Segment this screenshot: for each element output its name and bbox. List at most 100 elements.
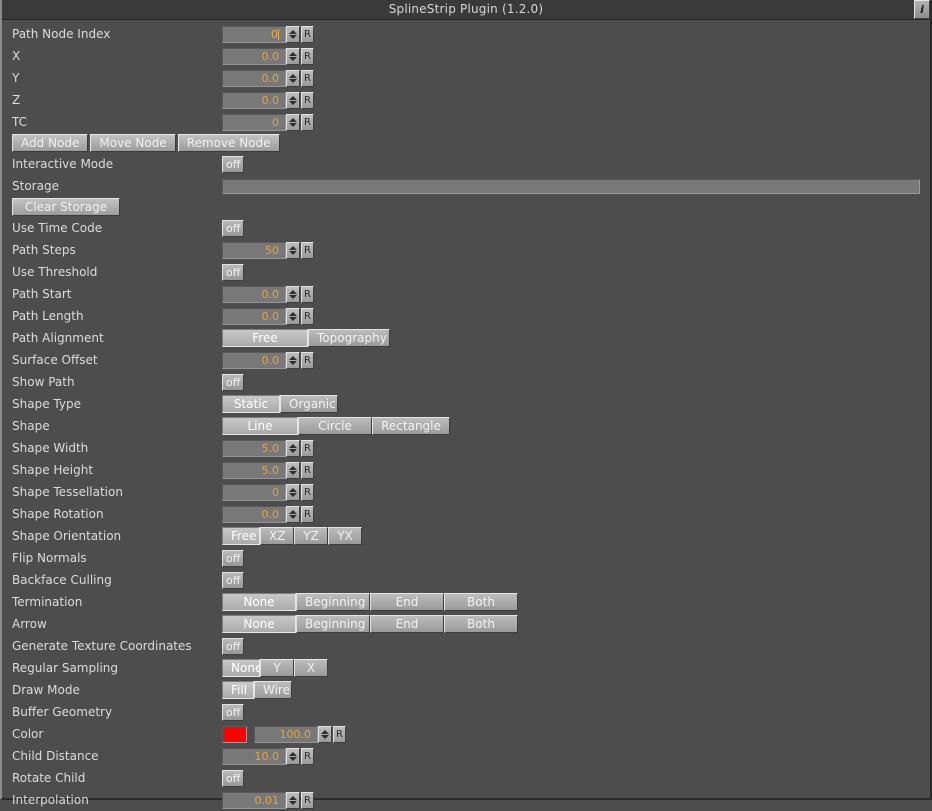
reset-button-shape-tessellation[interactable]: R — [301, 483, 314, 501]
segment-arrow-both[interactable]: Both — [444, 615, 518, 633]
spinner-x[interactable] — [286, 47, 300, 65]
spinner-down-arrow-icon[interactable] — [289, 78, 297, 83]
segment-shape-orientation-free[interactable]: Free — [222, 527, 260, 545]
field-tc[interactable]: 0 R — [222, 113, 314, 131]
segment-regular-sampling-none[interactable]: None — [222, 659, 262, 677]
field-path-steps[interactable]: 50 R — [222, 241, 314, 259]
spinner-tc[interactable] — [286, 113, 300, 131]
spinner-down-arrow-icon[interactable] — [289, 100, 297, 105]
spinner-up-arrow-icon[interactable] — [289, 245, 297, 250]
spinner-down-arrow-icon[interactable] — [289, 250, 297, 255]
reset-button-path-length[interactable]: R — [301, 307, 314, 325]
segment-draw-mode-fill[interactable]: Fill — [222, 681, 254, 699]
add-node-button[interactable]: Add Node — [12, 134, 89, 152]
spinner-shape-width[interactable] — [286, 439, 300, 457]
input-z[interactable]: 0.0 — [222, 91, 286, 109]
reset-button-y[interactable]: R — [301, 69, 314, 87]
input-shape-tessellation[interactable]: 0 — [222, 483, 286, 501]
spinner-down-arrow-icon[interactable] — [289, 360, 297, 365]
segment-termination-end[interactable]: End — [370, 593, 444, 611]
spinner-down-arrow-icon[interactable] — [321, 734, 329, 739]
field-x[interactable]: 0.0 R — [222, 47, 314, 65]
spinner-down-arrow-icon[interactable] — [289, 756, 297, 761]
spinner-up-arrow-icon[interactable] — [289, 289, 297, 294]
spinner-up-arrow-icon[interactable] — [289, 117, 297, 122]
move-node-button[interactable]: Move Node — [90, 134, 176, 152]
segment-arrow-end[interactable]: End — [370, 615, 444, 633]
spinner-up-arrow-icon[interactable] — [289, 51, 297, 56]
segmented-arrow[interactable]: None Beginning End Both — [222, 615, 518, 633]
segmented-path-alignment[interactable]: Free Topography — [222, 329, 390, 347]
segment-shape-type-organic[interactable]: Organic — [280, 395, 338, 413]
segment-draw-mode-wire[interactable]: Wire — [254, 681, 292, 699]
input-storage[interactable] — [222, 178, 920, 194]
spinner-up-arrow-icon[interactable] — [289, 509, 297, 514]
segment-regular-sampling-y[interactable]: Y — [260, 659, 294, 677]
spinner-shape-height[interactable] — [286, 461, 300, 479]
reset-button-path-node-index[interactable]: R — [301, 25, 314, 43]
input-shape-height[interactable]: 5.0 — [222, 461, 286, 479]
input-shape-width[interactable]: 5.0 — [222, 439, 286, 457]
reset-button-x[interactable]: R — [301, 47, 314, 65]
spinner-down-arrow-icon[interactable] — [289, 800, 297, 805]
field-shape-rotation[interactable]: 0.0 R — [222, 505, 314, 523]
segment-arrow-beginning[interactable]: Beginning — [296, 615, 370, 633]
spinner-shape-rotation[interactable] — [286, 505, 300, 523]
field-z[interactable]: 0.0 R — [222, 91, 314, 109]
input-interpolation[interactable]: 0.01 — [222, 791, 286, 809]
segment-regular-sampling-x[interactable]: X — [294, 659, 328, 677]
segment-shape-line[interactable]: Line — [222, 417, 298, 435]
field-color[interactable]: 100.0 R — [254, 725, 346, 743]
input-path-steps[interactable]: 50 — [222, 241, 286, 259]
input-tc[interactable]: 0 — [222, 113, 286, 131]
spinner-down-arrow-icon[interactable] — [289, 34, 297, 39]
spinner-up-arrow-icon[interactable] — [289, 29, 297, 34]
reset-button-interpolation[interactable]: R — [301, 791, 314, 809]
segment-path-alignment-topography[interactable]: Topography — [308, 329, 390, 347]
spinner-up-arrow-icon[interactable] — [321, 729, 329, 734]
segment-termination-both[interactable]: Both — [444, 593, 518, 611]
toggle-show-path[interactable]: off — [222, 373, 245, 391]
toggle-use-time-code[interactable]: off — [222, 219, 245, 237]
segment-termination-none[interactable]: None — [222, 593, 296, 611]
input-x[interactable]: 0.0 — [222, 47, 286, 65]
input-y[interactable]: 0.0 — [222, 69, 286, 87]
segment-shape-rectangle[interactable]: Rectangle — [372, 417, 450, 435]
reset-button-shape-height[interactable]: R — [301, 461, 314, 479]
spinner-up-arrow-icon[interactable] — [289, 95, 297, 100]
reset-button-path-steps[interactable]: R — [301, 241, 314, 259]
segment-termination-beginning[interactable]: Beginning — [296, 593, 370, 611]
spinner-up-arrow-icon[interactable] — [289, 751, 297, 756]
segmented-shape-type[interactable]: Static Organic — [222, 395, 338, 413]
spinner-path-node-index[interactable] — [286, 25, 300, 43]
toggle-generate-texture-coordinates[interactable]: off — [222, 637, 245, 655]
remove-node-button[interactable]: Remove Node — [177, 134, 280, 152]
clear-storage-button[interactable]: Clear Storage — [12, 198, 120, 216]
field-y[interactable]: 0.0 R — [222, 69, 314, 87]
field-surface-offset[interactable]: 0.0 R — [222, 351, 314, 369]
spinner-down-arrow-icon[interactable] — [289, 316, 297, 321]
segmented-shape[interactable]: Line Circle Rectangle — [222, 417, 450, 435]
spinner-down-arrow-icon[interactable] — [289, 492, 297, 497]
segment-shape-circle[interactable]: Circle — [298, 417, 372, 435]
spinner-down-arrow-icon[interactable] — [289, 514, 297, 519]
spinner-path-start[interactable] — [286, 285, 300, 303]
spinner-z[interactable] — [286, 91, 300, 109]
toggle-flip-normals[interactable]: off — [222, 549, 245, 567]
spinner-up-arrow-icon[interactable] — [289, 73, 297, 78]
field-path-start[interactable]: 0.0 R — [222, 285, 314, 303]
field-child-distance[interactable]: 10.0 R — [222, 747, 314, 765]
segment-shape-type-static[interactable]: Static — [222, 395, 280, 413]
input-color[interactable]: 100.0 — [254, 725, 318, 743]
spinner-up-arrow-icon[interactable] — [289, 487, 297, 492]
reset-button-tc[interactable]: R — [301, 113, 314, 131]
field-shape-height[interactable]: 5.0 R — [222, 461, 314, 479]
input-path-length[interactable]: 0.0 — [222, 307, 286, 325]
segmented-regular-sampling[interactable]: None Y X — [222, 659, 328, 677]
reset-button-path-start[interactable]: R — [301, 285, 314, 303]
segmented-shape-orientation[interactable]: Free XZ YZ YX — [222, 527, 362, 545]
color-swatch[interactable] — [222, 725, 247, 743]
segment-shape-orientation-xz[interactable]: XZ — [260, 527, 294, 545]
spinner-color[interactable] — [318, 725, 332, 743]
segmented-draw-mode[interactable]: Fill Wire — [222, 681, 292, 699]
